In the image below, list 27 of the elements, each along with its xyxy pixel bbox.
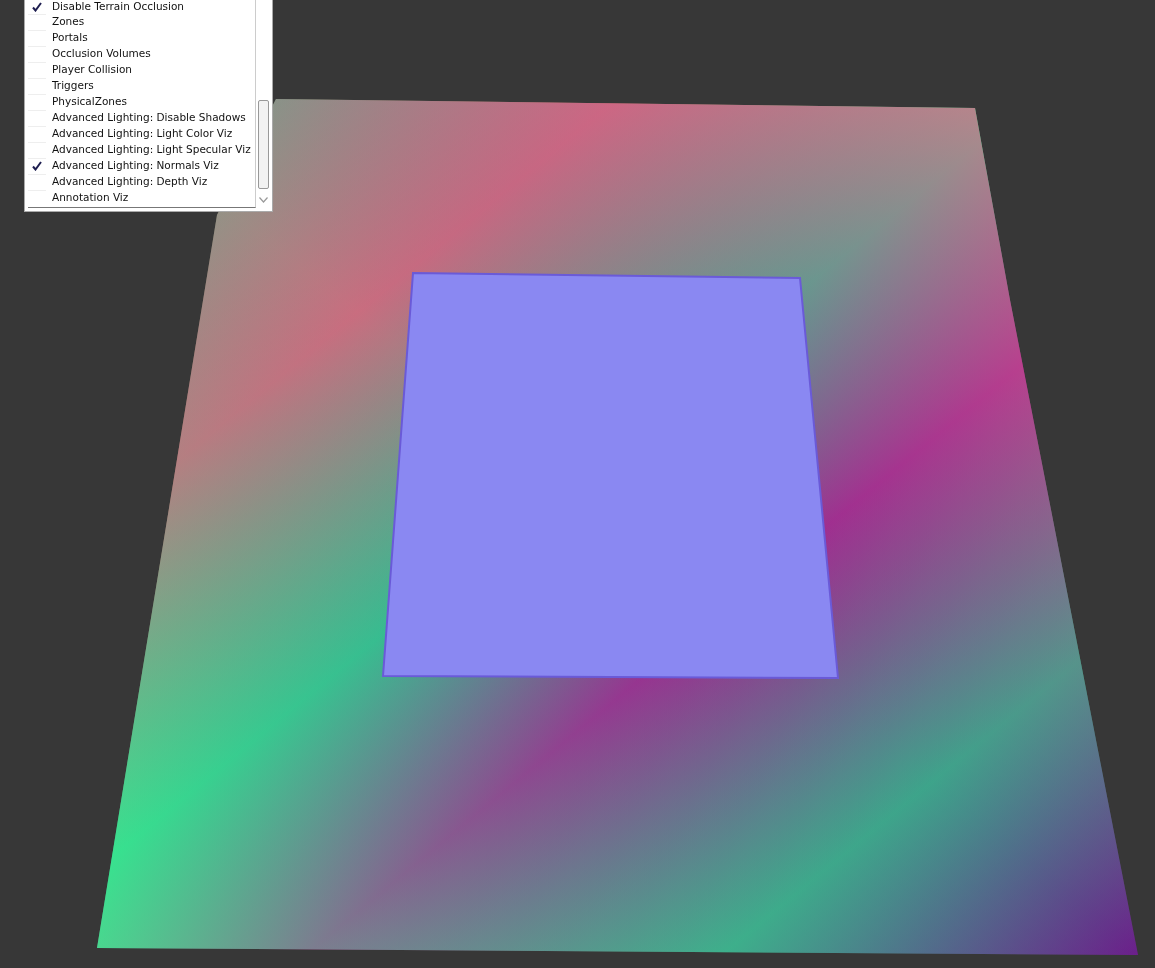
menu-item[interactable]: Advanced Lighting: Depth Viz (28, 173, 255, 189)
menu-item-label: Advanced Lighting: Disable Shadows (52, 111, 246, 123)
menu-item-label: Occlusion Volumes (52, 47, 151, 59)
menu-item-label: Player Collision (52, 63, 132, 75)
menu-item-label: Advanced Lighting: Depth Viz (52, 175, 208, 187)
menu-item[interactable]: Triggers (28, 77, 255, 93)
menu-item-label: Disable Terrain Occlusion (52, 0, 185, 12)
menu-item-label: Annotation Viz (52, 191, 129, 203)
menu-item[interactable]: Advanced Lighting: Normals Viz (28, 157, 255, 173)
menu-item-label: PhysicalZones (52, 95, 127, 107)
menu-item[interactable]: Player Collision (28, 61, 255, 77)
menu-item[interactable]: PhysicalZones (28, 93, 255, 109)
menu-item-label: Advanced Lighting: Normals Viz (52, 159, 219, 171)
menu-item[interactable]: Advanced Lighting: Disable Shadows (28, 109, 255, 125)
menu-item-label: Portals (52, 31, 88, 43)
menu-item-label: Triggers (52, 79, 94, 91)
menu-item-label: Advanced Lighting: Light Specular Viz (52, 143, 251, 155)
menu-item[interactable]: Disable Terrain Occlusion (28, 0, 255, 13)
menu-item[interactable]: Zones (28, 13, 255, 29)
menu-item[interactable]: Occlusion Volumes (28, 45, 255, 61)
scrollbar-thumb[interactable] (258, 100, 269, 189)
menu-item[interactable]: Portals (28, 29, 255, 45)
menu-item-label: Zones (52, 15, 85, 27)
menu-item[interactable]: Advanced Lighting: Light Specular Viz (28, 141, 255, 157)
menu-item[interactable]: Advanced Lighting: Light Color Viz (28, 125, 255, 141)
menu-item-label: Advanced Lighting: Light Color Viz (52, 127, 233, 139)
menu-item[interactable]: Annotation Viz (28, 189, 255, 205)
